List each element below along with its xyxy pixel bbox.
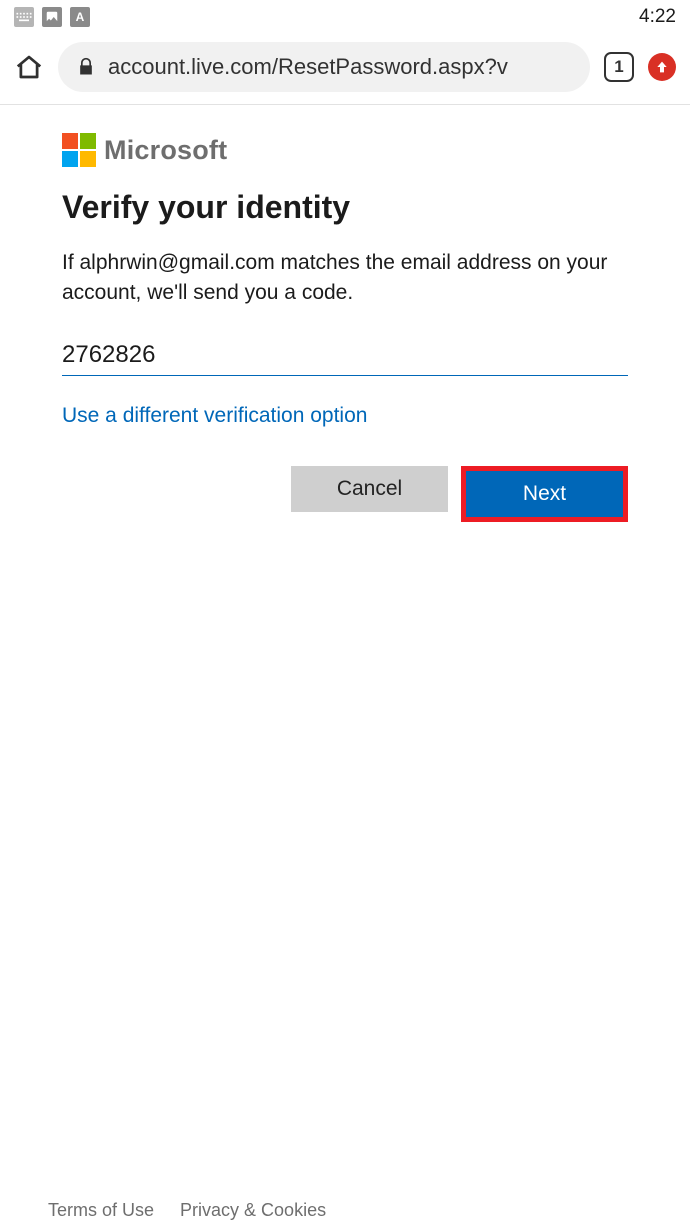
privacy-link[interactable]: Privacy & Cookies bbox=[180, 1200, 326, 1221]
verification-code-input[interactable] bbox=[62, 335, 628, 376]
cancel-button[interactable]: Cancel bbox=[291, 466, 448, 512]
lock-icon bbox=[76, 57, 96, 77]
browser-toolbar: account.live.com/ResetPassword.aspx?v 1 bbox=[0, 32, 690, 105]
page-title: Verify your identity bbox=[62, 189, 628, 226]
next-button[interactable]: Next bbox=[466, 471, 623, 517]
next-button-highlight: Next bbox=[461, 466, 628, 522]
update-icon[interactable] bbox=[648, 53, 676, 81]
button-row: Cancel Next bbox=[62, 466, 628, 522]
clock: 4:22 bbox=[639, 6, 676, 28]
address-bar[interactable]: account.live.com/ResetPassword.aspx?v bbox=[58, 42, 590, 92]
keyboard-icon bbox=[14, 7, 34, 27]
home-icon[interactable] bbox=[14, 52, 44, 82]
url-text: account.live.com/ResetPassword.aspx?v bbox=[108, 54, 508, 80]
different-verification-link[interactable]: Use a different verification option bbox=[62, 404, 367, 428]
image-icon bbox=[42, 7, 62, 27]
microsoft-logo-icon bbox=[62, 133, 96, 167]
font-a-icon: A bbox=[70, 7, 90, 27]
instruction-text: If alphrwin@gmail.com matches the email … bbox=[62, 248, 628, 309]
status-bar: A 4:22 bbox=[0, 0, 690, 32]
tab-count[interactable]: 1 bbox=[604, 52, 634, 82]
terms-link[interactable]: Terms of Use bbox=[48, 1200, 154, 1221]
page-content: Microsoft Verify your identity If alphrw… bbox=[0, 105, 690, 522]
microsoft-logo: Microsoft bbox=[62, 133, 628, 167]
footer-links: Terms of Use Privacy & Cookies bbox=[0, 1200, 690, 1221]
microsoft-wordmark: Microsoft bbox=[104, 135, 227, 166]
